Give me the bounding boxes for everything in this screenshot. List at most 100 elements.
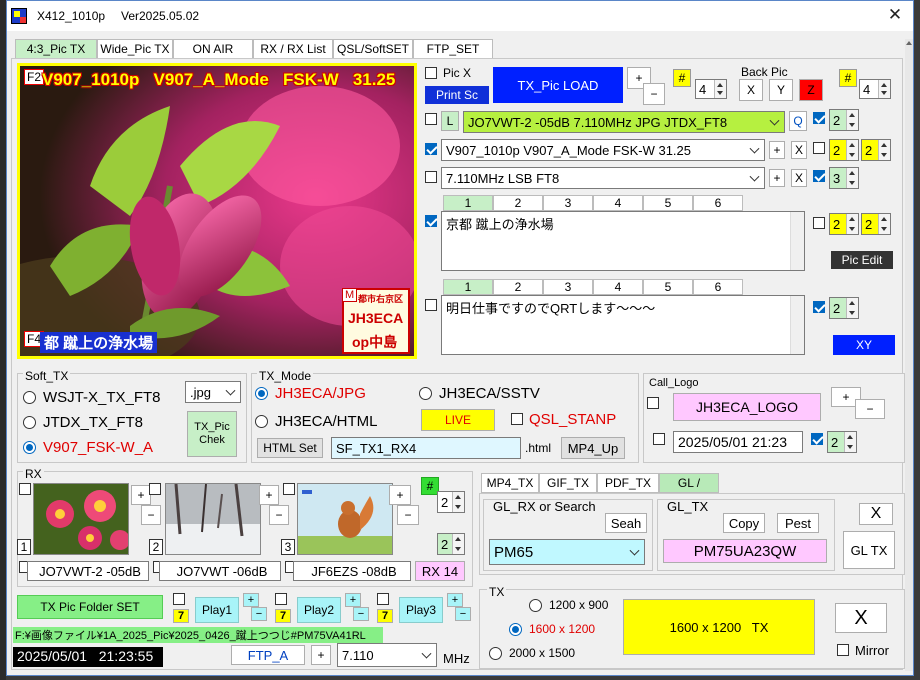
play2-seven[interactable]: 7 xyxy=(275,609,291,623)
size-2000-radio[interactable] xyxy=(489,647,502,660)
line2-spin-b[interactable]: 2 xyxy=(861,139,891,161)
pic-edit-button[interactable]: Pic Edit xyxy=(831,251,893,269)
play1-minus-button[interactable]: − xyxy=(251,607,267,621)
ext-select[interactable]: .jpg xyxy=(185,381,241,403)
size-1200-radio[interactable] xyxy=(529,599,542,612)
backpic-hash-button[interactable]: # xyxy=(839,69,857,87)
jpg-radio[interactable] xyxy=(255,387,268,400)
text2-area[interactable]: 明日仕事ですのでQRTします〜〜〜 xyxy=(441,295,805,355)
wsjt-radio[interactable] xyxy=(23,391,36,404)
line2-spin-a[interactable]: 2 xyxy=(829,139,859,161)
gl-tx-button[interactable]: GL TX xyxy=(843,531,895,569)
ftp-a-button[interactable]: FTP_A xyxy=(231,645,305,665)
text1-tab-3[interactable]: 3 xyxy=(543,195,593,211)
tx-pic-load-button[interactable]: TX_Pic LOAD xyxy=(493,67,623,103)
line3-plus-button[interactable]: + xyxy=(769,169,785,187)
text1-checkbox[interactable] xyxy=(425,215,437,227)
xy-button[interactable]: XY xyxy=(833,335,895,355)
play2-plus-button[interactable]: + xyxy=(345,593,361,607)
q-button[interactable]: Q xyxy=(789,111,807,131)
text2-tab-3[interactable]: 3 xyxy=(543,279,593,295)
play1-seven[interactable]: 7 xyxy=(173,609,189,623)
play2-button[interactable]: Play2 xyxy=(297,597,341,623)
tab-rx-list[interactable]: RX / RX List xyxy=(253,39,333,59)
picx-minus-button[interactable]: − xyxy=(643,83,665,105)
tab-wide-pic-tx[interactable]: Wide_Pic TX xyxy=(97,39,173,59)
mirror-checkbox[interactable] xyxy=(837,644,849,656)
picx-hash-button[interactable]: # xyxy=(673,69,691,87)
rx3-thumbnail[interactable] xyxy=(297,483,393,555)
v907-radio[interactable] xyxy=(23,441,36,454)
rx3-plus-button[interactable]: + xyxy=(389,485,411,505)
stanp-checkbox[interactable] xyxy=(511,413,523,425)
play3-minus-button[interactable]: − xyxy=(455,607,471,621)
freq-select[interactable]: 7.110 xyxy=(337,643,437,667)
text1-spin-b[interactable]: 2 xyxy=(861,213,891,235)
text1-tab-1[interactable]: 1 xyxy=(443,195,493,211)
tx-pic-chek-button[interactable]: TX_Pic Chek xyxy=(187,411,237,457)
tab-gl[interactable]: GL / xyxy=(659,473,719,493)
jtdx-radio[interactable] xyxy=(23,416,36,429)
text2-tab-5[interactable]: 5 xyxy=(643,279,693,295)
line3-select[interactable]: 7.110MHz LSB FT8 xyxy=(441,167,765,189)
text2-spin[interactable]: 2 xyxy=(829,297,859,319)
text2-checkbox[interactable] xyxy=(425,299,437,311)
picx-checkbox[interactable] xyxy=(425,67,437,79)
rx1-call[interactable]: JO7VWT-2 -05dB xyxy=(27,561,149,581)
line3-right-checkbox[interactable] xyxy=(813,170,825,182)
play3-button[interactable]: Play3 xyxy=(399,597,443,623)
rx-spin-2[interactable]: 2 xyxy=(437,533,465,555)
text1-scrollbar[interactable] xyxy=(790,212,804,270)
mp4-up-button[interactable]: MP4_Up xyxy=(561,437,625,459)
rx1-checkbox[interactable] xyxy=(19,483,31,495)
text1-area[interactable]: 京都 蹴上の浄水場 xyxy=(441,211,805,271)
tx-x-button[interactable]: X xyxy=(835,603,887,633)
date-spin[interactable]: 2 xyxy=(827,431,857,453)
play2-checkbox[interactable] xyxy=(275,593,287,605)
line3-spin[interactable]: 3 xyxy=(829,167,859,189)
play3-plus-button[interactable]: + xyxy=(447,593,463,607)
sstv-radio[interactable] xyxy=(419,387,432,400)
tab-qsl-softset[interactable]: QSL/SoftSET xyxy=(333,39,413,59)
tab-gif-tx[interactable]: GIF_TX xyxy=(539,473,597,493)
text1-right-checkbox[interactable] xyxy=(813,217,825,229)
date-right-checkbox[interactable] xyxy=(811,433,823,445)
rx1-thumbnail[interactable] xyxy=(33,483,129,555)
rx-spin-1[interactable]: 2 xyxy=(437,491,465,513)
l-button[interactable]: L xyxy=(441,111,459,131)
text1-tab-4[interactable]: 4 xyxy=(593,195,643,211)
rx1-plus-button[interactable]: + xyxy=(131,485,151,505)
rx2-call[interactable]: JO7VWT -06dB xyxy=(159,561,281,581)
preview-image[interactable]: F2 V907_1010p V907_A_Mode FSK-W 31.25 F4… xyxy=(17,63,417,359)
rx3-minus-button[interactable]: − xyxy=(397,505,419,525)
text1-tab-5[interactable]: 5 xyxy=(643,195,693,211)
logo-checkbox[interactable] xyxy=(647,397,659,409)
rx1-minus-button[interactable]: − xyxy=(141,505,161,525)
rx3-call[interactable]: JF6EZS -08dB xyxy=(293,561,411,581)
html-radio[interactable] xyxy=(255,415,268,428)
close-icon[interactable]: ✕ xyxy=(887,6,903,23)
live-button[interactable]: LIVE xyxy=(421,409,495,431)
rx14-button[interactable]: RX 14 xyxy=(415,561,465,581)
text2-tab-4[interactable]: 4 xyxy=(593,279,643,295)
tx-pic-folder-set-button[interactable]: TX Pic Folder SET xyxy=(17,595,163,619)
print-sc-button[interactable]: Print Sc xyxy=(425,86,489,104)
copy-button[interactable]: Copy xyxy=(723,513,765,533)
backpic-x-button[interactable]: X xyxy=(739,79,763,101)
rx2-checkbox[interactable] xyxy=(149,483,161,495)
picx-spin[interactable]: 4 xyxy=(695,79,727,99)
html-set-button[interactable]: HTML Set xyxy=(257,438,323,458)
gl-grid-select[interactable]: PM65 xyxy=(489,539,645,565)
backpic-y-button[interactable]: Y xyxy=(769,79,793,101)
play1-checkbox[interactable] xyxy=(173,593,185,605)
text1-tab-6[interactable]: 6 xyxy=(693,195,743,211)
line1-select[interactable]: JO7VWT-2 -05dB 7.110MHz JPG JTDX_FT8 xyxy=(463,111,785,133)
tx-big-button[interactable]: 1600 x 1200 TX xyxy=(623,599,815,655)
logo-minus-button[interactable]: − xyxy=(855,399,885,419)
line1-spin[interactable]: 2 xyxy=(829,109,859,131)
freq-plus-button[interactable]: + xyxy=(311,645,331,665)
gl-tx-grid[interactable]: PM75UA23QW xyxy=(663,539,827,563)
backpic-spin[interactable]: 4 xyxy=(859,79,891,99)
date-checkbox[interactable] xyxy=(653,433,665,445)
jh3eca-logo-button[interactable]: JH3ECA_LOGO xyxy=(673,393,821,421)
